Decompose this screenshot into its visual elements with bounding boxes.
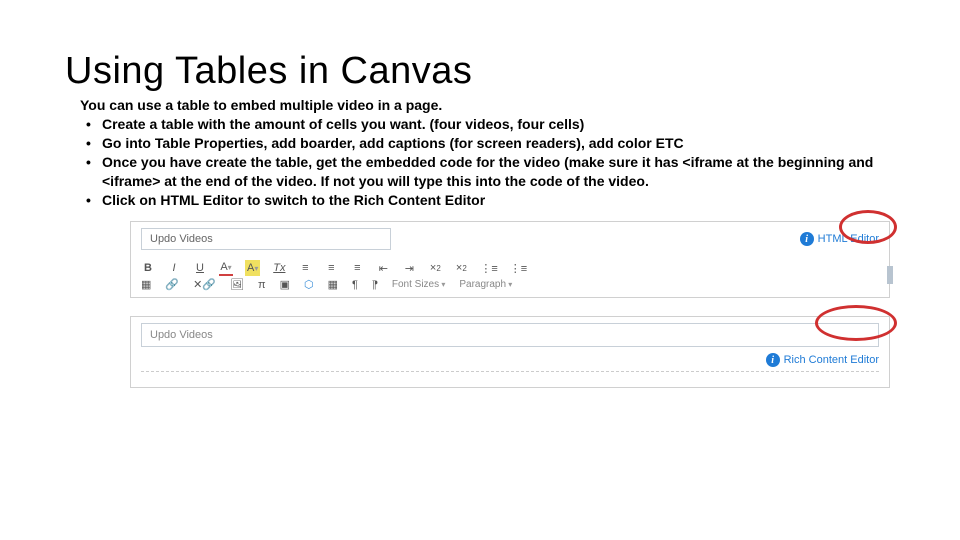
cloud-button[interactable]: ⬡ — [304, 278, 314, 291]
font-size-select[interactable]: Font Sizes — [392, 279, 446, 290]
clear-format-button[interactable]: Tx — [272, 260, 286, 276]
underline-button[interactable]: U — [193, 260, 207, 276]
bullet-list-button[interactable]: ⋮≡ — [480, 260, 497, 276]
equation-button[interactable]: π — [258, 279, 266, 291]
indent-button[interactable]: ⇥ — [402, 260, 416, 276]
align-left-button[interactable]: ≡ — [298, 260, 312, 276]
subscript-button[interactable]: ×2 — [454, 260, 468, 276]
info-icon: i — [766, 353, 780, 367]
font-color-button[interactable]: A — [219, 260, 233, 276]
editor-toolbar-row1: B I U A A Tx ≡ ≡ ≡ ⇤ ⇥ ×2 ×2 ⋮≡ ⋮≡ — [131, 256, 889, 278]
bullet-item: Create a table with the amount of cells … — [80, 115, 900, 134]
image-button[interactable]: 🖼 — [230, 278, 244, 291]
bold-button[interactable]: B — [141, 260, 155, 276]
info-icon: i — [800, 232, 814, 246]
html-editor-link[interactable]: i HTML Editor — [800, 232, 879, 246]
unlink-button[interactable]: ✕🔗 — [193, 278, 216, 291]
code-area-placeholder — [141, 371, 879, 377]
paragraph-select[interactable]: Paragraph — [459, 279, 512, 290]
ltr-button[interactable]: ¶ — [352, 279, 358, 291]
record-button[interactable]: ▦ — [328, 278, 338, 291]
bg-color-button[interactable]: A — [245, 260, 260, 276]
editor-toolbar-row2: ▦ 🔗 ✕🔗 🖼 π ▣ ⬡ ▦ ¶ ¶ Font Sizes Paragrap… — [131, 278, 889, 297]
screenshot-html-editor: Updo Videos i Rich Content Editor — [130, 316, 890, 388]
media-button[interactable]: ▣ — [280, 278, 290, 291]
page-title-input[interactable]: Updo Videos — [141, 228, 391, 250]
intro-text: You can use a table to embed multiple vi… — [80, 97, 900, 113]
bullet-list: Create a table with the amount of cells … — [80, 115, 900, 209]
bullet-item: Click on HTML Editor to switch to the Ri… — [80, 191, 900, 210]
table-button[interactable]: ▦ — [141, 278, 151, 291]
screenshot-rich-editor: Updo Videos i HTML Editor B I U A A Tx ≡… — [130, 221, 890, 298]
bullet-item: Once you have create the table, get the … — [80, 153, 900, 191]
link-button[interactable]: 🔗 — [165, 278, 179, 291]
bullet-item: Go into Table Properties, add boarder, a… — [80, 134, 900, 153]
page-title-input[interactable]: Updo Videos — [141, 323, 879, 347]
italic-button[interactable]: I — [167, 260, 181, 276]
outdent-button[interactable]: ⇤ — [376, 260, 390, 276]
align-center-button[interactable]: ≡ — [324, 260, 338, 276]
scrollbar-icon — [887, 266, 893, 284]
slide-title: Using Tables in Canvas — [65, 50, 900, 93]
superscript-button[interactable]: ×2 — [428, 260, 442, 276]
rtl-button[interactable]: ¶ — [372, 279, 378, 291]
rich-content-editor-link[interactable]: i Rich Content Editor — [766, 353, 879, 367]
align-right-button[interactable]: ≡ — [350, 260, 364, 276]
number-list-button[interactable]: ⋮≡ — [510, 260, 527, 276]
